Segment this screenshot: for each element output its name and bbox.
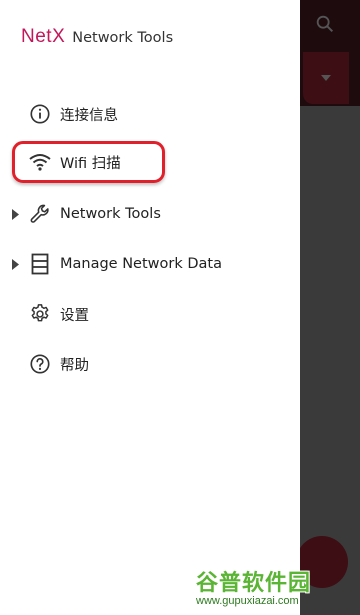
app-logo: NetX [21,26,66,47]
menu-item-connection-info[interactable]: 连接信息 [0,91,300,137]
toolbar-dropdown-button[interactable] [303,52,349,104]
menu-item-label: Network Tools [60,206,161,222]
navigation-drawer: NetX Network Tools 连接信息 Wifi 扫描 Network … [0,0,300,615]
app-subtitle: Network Tools [72,30,174,46]
gear-icon [28,302,52,326]
watermark-title: 谷普软件园 [196,571,312,596]
menu-item-settings[interactable]: 设置 [0,291,300,337]
drawer-header: NetX Network Tools [21,26,173,48]
highlight-annotation [12,141,165,183]
menu-item-manage-network-data[interactable]: Manage Network Data [0,241,300,287]
caret-down-icon [321,75,331,81]
search-icon [316,15,334,33]
info-icon [28,102,52,126]
menu-item-label: 连接信息 [60,107,118,124]
wrench-icon [28,202,52,226]
menu-item-label: 设置 [60,307,89,324]
expand-arrow-icon[interactable] [10,257,20,271]
toolbar-search-button[interactable] [303,4,347,44]
watermark-url: www.gupuxiazai.com [196,595,299,607]
watermark: 谷普软件园 www.gupuxiazai.com [196,565,360,615]
help-icon [28,352,52,376]
expand-arrow-icon[interactable] [10,207,20,221]
menu-item-label: 帮助 [60,357,89,374]
menu-item-help[interactable]: 帮助 [0,341,300,387]
storage-icon [28,252,52,276]
menu-item-label: Manage Network Data [60,256,222,272]
menu-item-network-tools[interactable]: Network Tools [0,191,300,237]
